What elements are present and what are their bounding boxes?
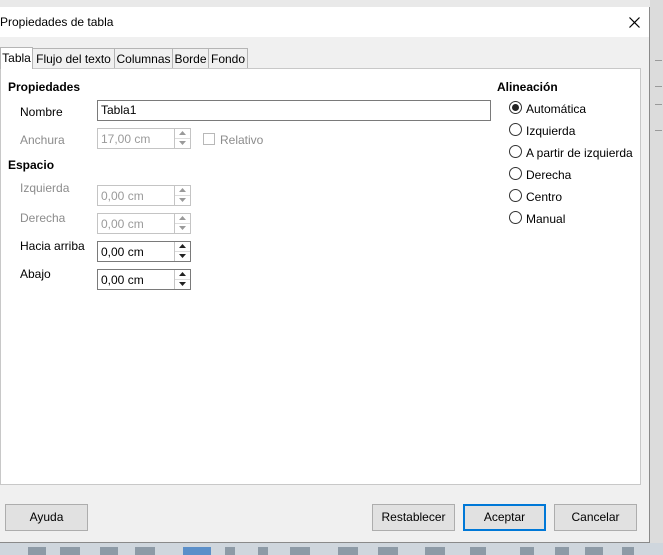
toolbar-icon — [378, 547, 398, 555]
toolbar-icon — [338, 547, 358, 555]
spacing-left-spin-buttons — [174, 186, 190, 205]
toolbar-icon — [470, 547, 486, 555]
toolbar-icon — [425, 547, 445, 555]
background-mark — [655, 130, 662, 131]
tab-panel-tabla: Propiedades Nombre Tabla1 Anchura Relati… — [0, 68, 641, 485]
spacing-left-spinbox[interactable] — [97, 185, 191, 206]
close-icon — [629, 17, 640, 28]
align-center-label[interactable]: Centro — [526, 190, 562, 204]
tab-fondo[interactable]: Fondo — [208, 48, 248, 68]
spacing-right-spin-buttons — [174, 214, 190, 233]
name-label: Nombre — [20, 105, 63, 119]
toolbar-icon — [622, 547, 634, 555]
spacing-below-spinbox[interactable] — [97, 269, 191, 290]
toolbar-icon — [183, 547, 211, 555]
arrow-up-icon — [179, 244, 186, 248]
tab-columnas[interactable]: Columnas — [114, 48, 173, 68]
arrow-down-icon — [179, 254, 186, 258]
spacing-left-decrement-button[interactable] — [175, 196, 190, 205]
toolbar-icon — [290, 547, 310, 555]
spacing-right-decrement-button[interactable] — [175, 224, 190, 233]
table-properties-dialog: Propiedades de tabla Tabla Flujo del tex… — [0, 7, 650, 543]
toolbar-icon — [100, 547, 118, 555]
spacing-above-spin-buttons — [174, 242, 190, 261]
alignment-heading: Alineación — [497, 80, 558, 94]
width-input[interactable] — [98, 129, 177, 148]
arrow-up-icon — [179, 188, 186, 192]
width-spin-buttons — [174, 129, 190, 148]
toolbar-icon — [60, 547, 80, 555]
spacing-right-label: Derecha — [20, 211, 66, 225]
spacing-left-label: Izquierda — [20, 181, 70, 195]
background-mark — [655, 60, 662, 61]
align-manual-label[interactable]: Manual — [526, 212, 565, 226]
toolbar-icon — [225, 547, 235, 555]
background-mark — [655, 86, 662, 87]
background-scrollbar-strip — [650, 0, 663, 555]
spacing-below-decrement-button[interactable] — [175, 280, 190, 289]
align-right-radio[interactable] — [509, 167, 522, 180]
spacing-below-spin-buttons — [174, 270, 190, 289]
background-mark — [655, 104, 662, 105]
spacing-right-spinbox[interactable] — [97, 213, 191, 234]
ok-button[interactable]: Aceptar — [463, 504, 546, 531]
arrow-up-icon — [179, 272, 186, 276]
spacing-left-input[interactable] — [98, 186, 177, 205]
background-toolbar-strip — [0, 543, 663, 555]
align-left-radio[interactable] — [509, 123, 522, 136]
cancel-button[interactable]: Cancelar — [554, 504, 637, 531]
background-window-strip — [0, 0, 663, 7]
align-from-left-radio[interactable] — [509, 145, 522, 158]
toolbar-icon — [555, 547, 569, 555]
dialog-title: Propiedades de tabla — [0, 15, 114, 29]
spacing-left-increment-button[interactable] — [175, 186, 190, 196]
align-center-radio[interactable] — [509, 189, 522, 202]
spacing-above-spinbox[interactable] — [97, 241, 191, 262]
spacing-below-increment-button[interactable] — [175, 270, 190, 280]
spacing-right-increment-button[interactable] — [175, 214, 190, 224]
properties-heading: Propiedades — [8, 80, 81, 94]
width-decrement-button[interactable] — [175, 139, 190, 148]
tab-borde[interactable]: Borde — [172, 48, 209, 68]
align-automatic-label[interactable]: Automática — [526, 102, 586, 116]
align-automatic-radio[interactable] — [509, 101, 522, 114]
arrow-down-icon — [179, 141, 186, 145]
spacing-heading: Espacio — [8, 158, 55, 172]
close-button[interactable] — [620, 11, 646, 33]
align-manual-radio[interactable] — [509, 211, 522, 224]
help-button[interactable]: Ayuda — [5, 504, 88, 531]
align-from-left-label[interactable]: A partir de izquierda — [526, 146, 633, 160]
spacing-above-input[interactable] — [98, 242, 177, 261]
toolbar-icon — [258, 547, 268, 555]
width-label: Anchura — [20, 133, 65, 147]
width-spinbox[interactable] — [97, 128, 191, 149]
tab-tabla[interactable]: Tabla — [0, 47, 33, 69]
toolbar-icon — [585, 547, 603, 555]
tab-flujo-del-texto[interactable]: Flujo del texto — [32, 48, 115, 68]
arrow-up-icon — [179, 216, 186, 220]
toolbar-icon — [520, 547, 534, 555]
title-bar: Propiedades de tabla — [0, 7, 649, 37]
arrow-up-icon — [179, 131, 186, 135]
arrow-down-icon — [179, 198, 186, 202]
toolbar-icon — [135, 547, 155, 555]
arrow-down-icon — [179, 226, 186, 230]
spacing-right-input[interactable] — [98, 214, 177, 233]
spacing-above-increment-button[interactable] — [175, 242, 190, 252]
spacing-above-label: Hacia arriba — [20, 239, 85, 253]
spacing-below-input[interactable] — [98, 270, 177, 289]
arrow-down-icon — [179, 282, 186, 286]
spacing-below-label: Abajo — [20, 267, 51, 281]
align-left-label[interactable]: Izquierda — [526, 124, 575, 138]
name-input[interactable]: Tabla1 — [97, 100, 491, 121]
reset-button[interactable]: Restablecer — [372, 504, 455, 531]
relative-label: Relativo — [220, 133, 264, 147]
spacing-above-decrement-button[interactable] — [175, 252, 190, 261]
width-increment-button[interactable] — [175, 129, 190, 139]
align-right-label[interactable]: Derecha — [526, 168, 571, 182]
relative-checkbox[interactable] — [203, 133, 215, 145]
toolbar-icon — [28, 547, 46, 555]
